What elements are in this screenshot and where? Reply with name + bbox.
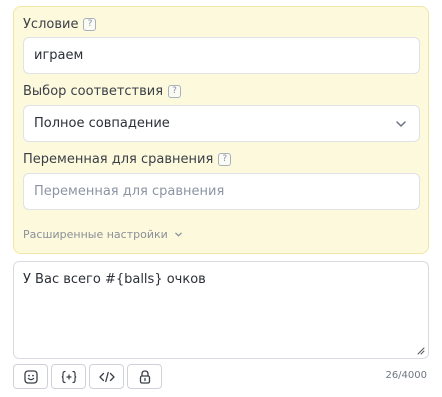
message-text: У Вас всего #{balls} очков <box>23 272 206 287</box>
lock-button[interactable] <box>127 364 162 389</box>
variable-icon <box>61 370 76 383</box>
message-textarea[interactable]: У Вас всего #{balls} очков <box>13 261 429 359</box>
condition-input[interactable]: играем <box>23 37 420 74</box>
match-type-label-text: Выбор соответствия <box>23 84 164 99</box>
advanced-settings-toggle[interactable]: Расширенные настройки <box>23 228 183 241</box>
help-icon[interactable]: ? <box>168 85 182 98</box>
insert-variable-button[interactable] <box>51 364 86 389</box>
condition-panel: Условие ? играем Выбор соответствия ? По… <box>13 6 429 254</box>
resize-handle-icon[interactable] <box>416 346 425 355</box>
match-type-label: Выбор соответствия ? <box>23 84 182 99</box>
character-counter: 26/4000 <box>385 370 427 381</box>
compare-variable-label-text: Переменная для сравнения <box>23 152 214 167</box>
condition-input-value: играем <box>34 48 84 63</box>
chevron-down-icon <box>174 232 182 237</box>
help-icon[interactable]: ? <box>218 153 232 166</box>
lock-icon <box>139 369 150 384</box>
match-type-select[interactable]: Полное совпадение <box>23 105 420 142</box>
compare-variable-input[interactable]: Переменная для сравнения <box>23 173 420 210</box>
help-icon[interactable]: ? <box>83 18 97 31</box>
condition-label-text: Условие <box>23 17 79 32</box>
match-type-selected-value: Полное совпадение <box>34 116 170 131</box>
condition-label: Условие ? <box>23 17 97 32</box>
chevron-down-icon <box>396 120 406 127</box>
code-icon <box>98 371 115 382</box>
advanced-settings-label: Расширенные настройки <box>23 228 168 241</box>
compare-variable-label: Переменная для сравнения ? <box>23 152 232 167</box>
emoji-icon <box>23 369 38 384</box>
compare-variable-placeholder: Переменная для сравнения <box>34 184 225 199</box>
code-button[interactable] <box>89 364 124 389</box>
emoji-button[interactable] <box>13 364 48 389</box>
